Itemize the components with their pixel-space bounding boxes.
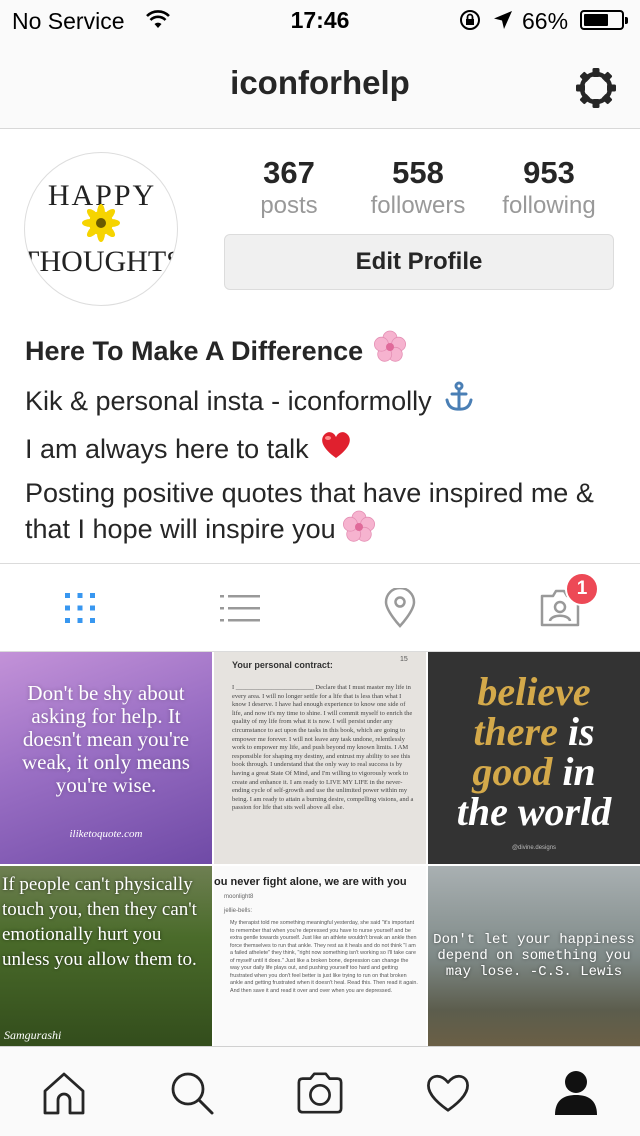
- grid-icon[interactable]: [58, 586, 102, 630]
- bio-line-1: Kik & personal insta - iconformolly: [25, 380, 625, 422]
- post-page-number: 15: [400, 656, 408, 663]
- post-tile[interactable]: ou never fight alone, we are with you mo…: [214, 866, 426, 1046]
- posts-stat[interactable]: 367 posts: [219, 154, 359, 220]
- post-quote-text: If people can't physically touch you, th…: [2, 874, 197, 970]
- list-icon[interactable]: [218, 586, 262, 630]
- post-tile[interactable]: believe there is good in the world @divi…: [428, 652, 640, 864]
- post-quote-text: Don't be shy about asking for help. It d…: [22, 681, 190, 797]
- bio: Here To Make A Difference Kik & personal…: [25, 330, 625, 552]
- following-count: 953: [523, 155, 575, 190]
- bio-line-3-text: Posting positive quotes that have inspir…: [25, 478, 594, 545]
- post-source: iliketoquote.com: [69, 828, 143, 840]
- anchor-icon: [442, 380, 476, 422]
- battery-icon: [580, 10, 628, 30]
- following-label: following: [502, 192, 596, 219]
- post-signature: Samgurashi: [4, 1028, 62, 1042]
- bio-line-2-text: I am always here to talk: [25, 434, 309, 464]
- post-username: jellie-bells:: [224, 908, 253, 914]
- status-bar: No Service 17:46 66%: [0, 0, 640, 40]
- bio-line-1-text: Kik & personal insta - iconformolly: [25, 386, 432, 416]
- post-body-text: My therapist told me something meaningfu…: [230, 920, 418, 994]
- tagged-notification-badge: 1: [565, 572, 599, 606]
- post-username: moonlight8: [224, 894, 254, 900]
- avatar[interactable]: HAPPY THOUGHTS: [24, 152, 178, 306]
- profile-tabs: [0, 563, 640, 652]
- bottom-tab-bar: [0, 1046, 640, 1136]
- cherry-blossom-icon: [373, 330, 407, 372]
- nav-bar: iconforhelp: [0, 40, 640, 129]
- gear-icon[interactable]: [573, 65, 619, 116]
- camera-icon[interactable]: [296, 1069, 344, 1117]
- home-icon[interactable]: [40, 1069, 88, 1117]
- red-heart-icon: [319, 430, 353, 468]
- post-doc-body: I ________________________ Declare that …: [232, 684, 414, 812]
- bio-name-line: Here To Make A Difference: [25, 330, 625, 372]
- followers-count: 558: [392, 155, 444, 190]
- post-credit: @divine.designs: [511, 845, 557, 851]
- location-arrow-icon: [492, 9, 514, 36]
- bio-name: Here To Make A Difference: [25, 336, 364, 366]
- post-tile[interactable]: Your personal contract: 15 I ___________…: [214, 652, 426, 864]
- battery-fill: [584, 14, 608, 26]
- post-quote-text: Don't let your happiness depend on somet…: [433, 932, 635, 980]
- sunflower-icon: [82, 204, 120, 242]
- edit-profile-button[interactable]: Edit Profile: [224, 234, 614, 290]
- profile-icon[interactable]: [552, 1069, 600, 1117]
- rotation-lock-icon: [458, 8, 482, 37]
- posts-count: 367: [263, 155, 315, 190]
- post-tile[interactable]: Don't let your happiness depend on somet…: [428, 866, 640, 1046]
- battery-percent: 66%: [522, 8, 569, 34]
- post-doc-title: Your personal contract:: [232, 660, 333, 670]
- posts-label: posts: [260, 192, 318, 219]
- post-tile[interactable]: Don't be shy about asking for help. It d…: [0, 652, 212, 864]
- bio-line-2: I am always here to talk: [25, 430, 625, 468]
- heart-icon[interactable]: [424, 1069, 472, 1117]
- profile-username: iconforhelp: [230, 64, 410, 101]
- post-script-quote: believe there is good in the world: [456, 669, 612, 834]
- bio-line-3: Posting positive quotes that have inspir…: [25, 476, 625, 552]
- location-icon[interactable]: [378, 586, 422, 630]
- post-tile[interactable]: If people can't physically touch you, th…: [0, 866, 212, 1046]
- search-icon[interactable]: [168, 1069, 216, 1117]
- following-stat[interactable]: 953 following: [479, 154, 619, 220]
- cherry-blossom-icon: [342, 510, 376, 552]
- post-headline: ou never fight alone, we are with you: [214, 876, 407, 888]
- followers-stat[interactable]: 558 followers: [348, 154, 488, 220]
- avatar-text-bottom: THOUGHTS: [25, 245, 178, 278]
- followers-label: followers: [370, 192, 466, 219]
